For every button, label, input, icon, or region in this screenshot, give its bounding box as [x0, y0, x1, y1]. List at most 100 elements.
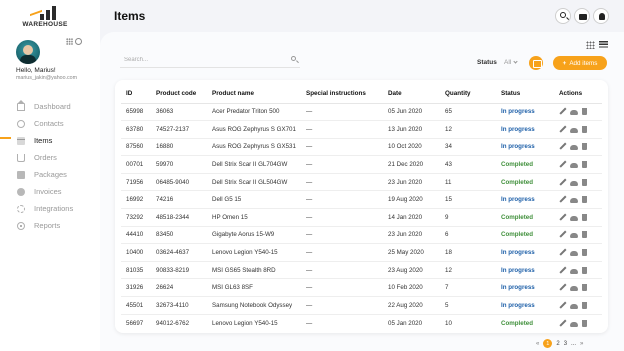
trash-icon[interactable] — [582, 231, 587, 239]
cloud-icon[interactable] — [570, 268, 578, 274]
notifications-button[interactable] — [593, 8, 609, 24]
page-button[interactable]: 2 — [556, 341, 559, 347]
column-header[interactable]: Product name — [207, 84, 301, 104]
edit-icon[interactable] — [559, 143, 566, 150]
cloud-icon[interactable] — [570, 303, 578, 309]
table-row[interactable]: 63780 74527-2137 Asus ROG Zephyrus S GX701… — [121, 120, 602, 139]
column-header[interactable]: Special instructions — [301, 84, 383, 104]
prev-page-button[interactable]: « — [536, 341, 539, 347]
sidebar-item-dashboard[interactable]: Dashboard — [0, 98, 100, 115]
cloud-icon[interactable] — [570, 198, 578, 204]
sidebar-item-items[interactable]: Items — [0, 132, 100, 149]
edit-icon[interactable] — [559, 231, 566, 238]
trash-icon[interactable] — [582, 161, 587, 168]
cloud-icon[interactable] — [570, 286, 578, 292]
next-page-button[interactable]: » — [580, 341, 583, 347]
item-quantity: 6 — [440, 226, 496, 245]
edit-icon[interactable] — [559, 126, 566, 133]
page-button[interactable]: 1 — [543, 339, 553, 348]
edit-icon[interactable] — [559, 214, 566, 221]
sidebar-item-packages[interactable]: Packages — [0, 166, 100, 183]
edit-icon[interactable] — [559, 249, 566, 256]
table-row[interactable]: 45501 32673-4110 Samsung Notebook Odyssey —… — [121, 296, 602, 315]
trash-icon[interactable] — [582, 319, 587, 327]
trash-icon[interactable] — [582, 196, 587, 204]
trash-icon[interactable] — [582, 266, 587, 274]
table-row[interactable]: 87560 16880 Asus ROG Zephyrus S GX531—10 O… — [121, 138, 602, 157]
sidebar-item-reports[interactable]: Reports — [0, 217, 100, 234]
item-id: 31926 — [121, 278, 151, 298]
edit-icon[interactable] — [559, 302, 566, 309]
sidebar-item-contacts[interactable]: Contacts — [0, 115, 100, 132]
column-header[interactable]: Quantity — [440, 84, 496, 104]
edit-icon[interactable] — [559, 179, 566, 186]
warehouse-logo[interactable]: WAREHOUSE — [22, 6, 68, 30]
list-view-icon[interactable] — [599, 41, 608, 49]
trash-icon[interactable] — [582, 143, 587, 151]
cloud-icon[interactable] — [570, 250, 578, 256]
item-quantity: 18 — [440, 243, 496, 262]
table-row[interactable]: 56697 94012-6762 Lenovo Legion Y540-15 — 05 … — [121, 314, 602, 332]
trash-icon[interactable] — [582, 301, 587, 309]
sidebar-item-label: Contacts — [34, 119, 64, 128]
status-badge: In progress — [496, 261, 554, 280]
edit-icon[interactable] — [559, 108, 566, 115]
search-icon[interactable] — [291, 56, 296, 61]
item-id: 56697 — [126, 319, 144, 327]
gear-icon[interactable] — [75, 38, 82, 45]
add-items-button[interactable]: + Add items — [553, 56, 607, 70]
cloud-icon[interactable] — [570, 233, 578, 239]
item-date: 10 Feb 2020 — [383, 278, 440, 298]
table-row[interactable]: 31926 26624 MSI GL63 8SF —10 Feb 2020 7 In pr… — [121, 278, 602, 298]
table-row[interactable]: 81035 90833-8219 MSI GS65 Stealth 8RD —23 A… — [121, 261, 602, 280]
page-title: Items — [114, 9, 146, 23]
messages-button[interactable] — [574, 8, 590, 24]
table-row[interactable]: 73292 48518-2344 HP Omen 15—14 Jan 2020 9 Co… — [121, 208, 602, 227]
table-row[interactable]: 16992 74216 Dell G5 15—19 Aug 2020 15 In pro… — [121, 190, 602, 210]
search-button[interactable] — [555, 8, 571, 24]
table-row[interactable]: 71956 06485-9040 Dell Strix Scar II GL504G… — [121, 173, 602, 192]
sidebar-item-invoices[interactable]: Invoices — [0, 183, 100, 200]
trash-icon[interactable] — [582, 284, 587, 292]
table-header-row: ID Product code Product name Special ins… — [121, 84, 602, 104]
search-input[interactable] — [124, 55, 274, 65]
sidebar-item-label: Integrations — [34, 204, 74, 213]
cloud-icon[interactable] — [570, 145, 578, 151]
apps-grid-icon[interactable] — [66, 38, 73, 45]
item-id: 63780 — [121, 120, 151, 139]
avatar[interactable] — [16, 40, 40, 64]
table-row[interactable]: 10400 03624-4637 Lenovo Legion Y540-15—25 … — [121, 243, 602, 262]
product-name: Lenovo Legion Y540-15 — [207, 243, 301, 262]
grid-view-icon[interactable] — [586, 41, 595, 49]
sidebar-item-orders[interactable]: Orders — [0, 149, 100, 166]
cloud-icon[interactable] — [570, 127, 578, 133]
cloud-icon[interactable] — [570, 163, 578, 168]
edit-icon[interactable] — [559, 284, 566, 291]
trash-icon[interactable] — [582, 248, 587, 256]
item-quantity: 65 — [440, 103, 496, 122]
sidebar-item-integrations[interactable]: Integrations — [0, 200, 100, 217]
trash-icon[interactable] — [582, 125, 587, 133]
cloud-icon[interactable] — [570, 215, 578, 221]
status-filter-select[interactable]: All — [504, 59, 518, 66]
column-header[interactable]: Product code — [151, 84, 207, 104]
calendar-button[interactable] — [529, 56, 543, 70]
column-header[interactable]: Date — [383, 84, 440, 104]
cloud-icon[interactable] — [570, 321, 578, 327]
page-button[interactable]: 3 — [564, 341, 567, 347]
column-header[interactable]: ID — [121, 84, 151, 104]
trash-icon[interactable] — [582, 178, 587, 186]
item-id: 45501 — [121, 296, 151, 315]
edit-icon[interactable] — [559, 267, 566, 274]
trash-icon[interactable] — [582, 108, 587, 116]
cloud-icon[interactable] — [570, 180, 578, 186]
table-row[interactable]: 65998 36063 Acer Predator Triton 500—05 Ju… — [121, 103, 602, 122]
table-row[interactable]: 44410 83450 Gigabyte Aorus 15-W9—23 Jun 20… — [121, 226, 602, 245]
table-row[interactable]: 00701 59970 Dell Strix Scar II GL704GW —21 … — [121, 155, 602, 174]
edit-icon[interactable] — [559, 320, 566, 327]
column-header[interactable]: Status — [496, 84, 554, 104]
edit-icon[interactable] — [559, 161, 566, 168]
cloud-icon[interactable] — [570, 110, 578, 116]
edit-icon[interactable] — [559, 196, 566, 203]
trash-icon[interactable] — [582, 213, 587, 221]
